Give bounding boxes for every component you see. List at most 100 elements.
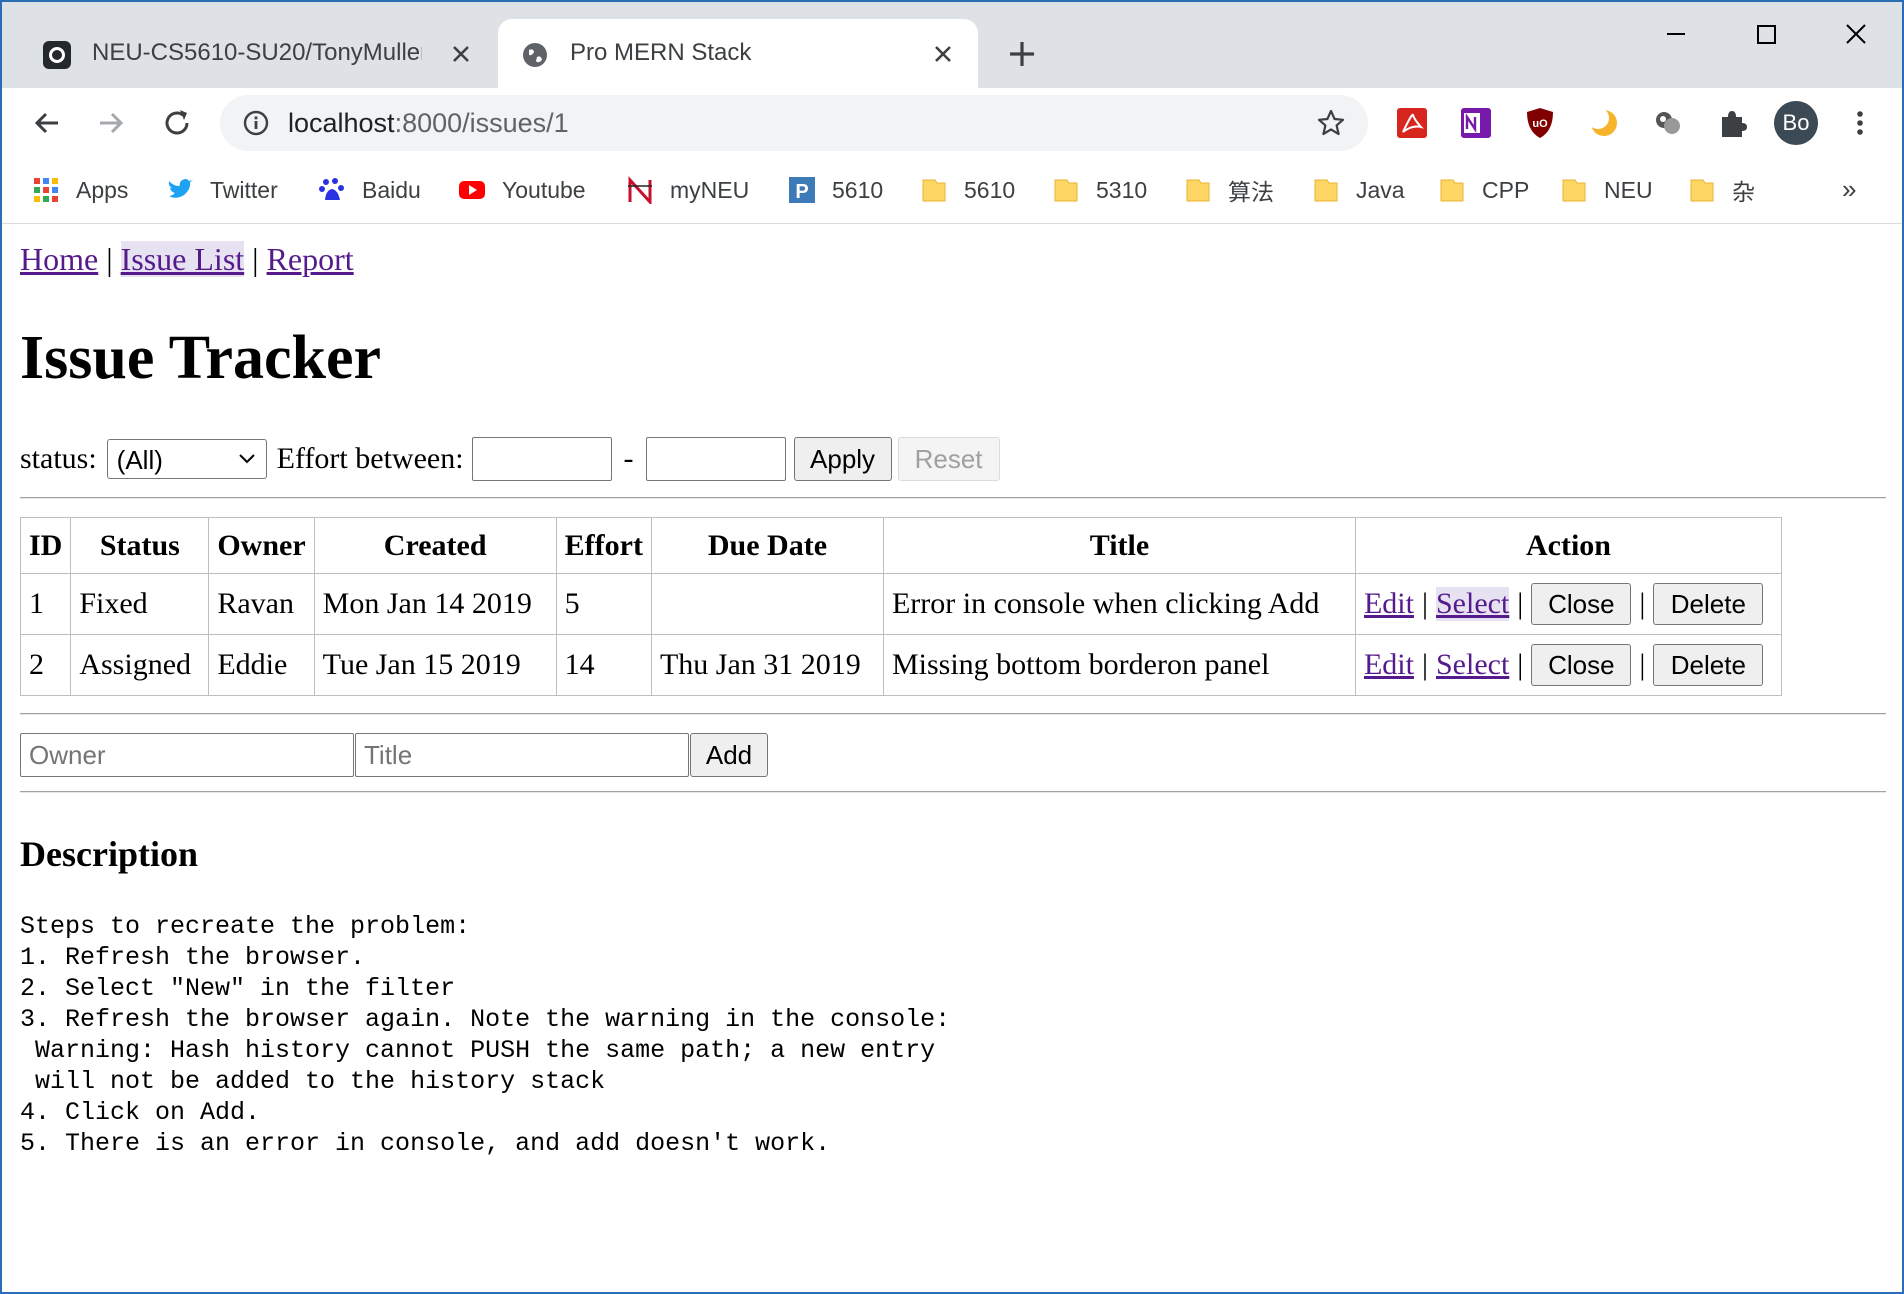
title-input[interactable]: Title xyxy=(355,733,689,777)
effort-range-dash: - xyxy=(623,442,634,475)
address-bar[interactable]: localhost:8000/issues/1 xyxy=(220,95,1368,151)
bookmark-5610-p[interactable]: P 5610 xyxy=(788,170,883,210)
close-icon[interactable] xyxy=(930,41,956,67)
nav-links: Home | Issue List | Report xyxy=(20,241,354,278)
bookmarks-overflow-button[interactable]: » xyxy=(1842,174,1856,205)
bookmark-folder-algorithms[interactable]: 算法 xyxy=(1184,170,1274,210)
globe-icon xyxy=(523,43,547,67)
edit-link[interactable]: Edit xyxy=(1364,648,1414,682)
cell-created: Mon Jan 14 2019 xyxy=(313,573,557,635)
table-row: 1 Fixed Ravan Mon Jan 14 2019 5 Error in… xyxy=(19,573,1782,635)
delete-button[interactable]: Delete xyxy=(1653,644,1764,686)
apps-grid-icon xyxy=(34,178,58,202)
tab-pro-mern-stack[interactable]: Pro MERN Stack xyxy=(498,19,978,88)
description-heading: Description xyxy=(20,834,198,874)
bookmark-apps[interactable]: Apps xyxy=(32,170,128,210)
reload-icon[interactable] xyxy=(158,104,196,142)
owner-input[interactable]: Owner xyxy=(20,733,354,777)
delete-button[interactable]: Delete xyxy=(1653,583,1764,625)
close-icon[interactable] xyxy=(448,41,474,67)
select-link[interactable]: Select xyxy=(1435,587,1510,621)
cell-due-date: Thu Jan 31 2019 xyxy=(650,634,884,696)
tab-strip: NEU-CS5610-SU20/TonyMullen-E Pro MERN St… xyxy=(2,2,1902,88)
tab-github[interactable]: NEU-CS5610-SU20/TonyMullen-E xyxy=(20,19,496,88)
chevron-down-icon xyxy=(238,454,255,464)
nav-report-link[interactable]: Report xyxy=(267,241,354,277)
github-icon xyxy=(43,41,71,69)
action-separator: | xyxy=(1421,587,1428,620)
youtube-icon xyxy=(459,181,485,199)
bookmark-twitter[interactable]: Twitter xyxy=(166,170,278,210)
twitter-icon xyxy=(168,179,193,198)
browser-window: NEU-CS5610-SU20/TonyMullen-E Pro MERN St… xyxy=(0,0,1904,1294)
nav-home-link[interactable]: Home xyxy=(20,241,98,277)
page-title: Issue Tracker xyxy=(20,324,382,392)
effort-max-input[interactable] xyxy=(645,437,786,481)
url-text: localhost:8000/issues/1 xyxy=(288,108,569,139)
maximize-icon[interactable] xyxy=(1748,16,1784,52)
bookmark-label: NEU xyxy=(1604,176,1653,203)
myneu-icon xyxy=(628,176,652,204)
cell-owner: Eddie xyxy=(208,634,315,696)
puzzle-icon[interactable] xyxy=(1714,105,1750,141)
table-row: 2 Assigned Eddie Tue Jan 15 2019 14 Thu … xyxy=(19,634,1782,696)
profile-avatar[interactable]: Bo xyxy=(1774,101,1818,145)
svg-text:uO: uO xyxy=(1532,118,1548,130)
new-tab-plus-icon[interactable] xyxy=(1002,34,1042,74)
bookmark-baidu[interactable]: Baidu xyxy=(318,170,421,210)
bookmark-star-icon[interactable] xyxy=(1316,108,1346,138)
bookmark-youtube[interactable]: Youtube xyxy=(458,170,586,210)
nav-issue-list-link[interactable]: Issue List xyxy=(120,241,245,277)
edit-link[interactable]: Edit xyxy=(1364,587,1414,621)
onenote-icon[interactable] xyxy=(1458,105,1494,141)
forward-arrow-icon[interactable] xyxy=(92,104,130,142)
bookmark-label: Youtube xyxy=(502,176,586,203)
bookmark-myneu[interactable]: myNEU xyxy=(626,170,749,210)
bookmark-label: Twitter xyxy=(210,176,278,203)
cell-status: Fixed xyxy=(70,573,210,635)
folder-icon xyxy=(1562,179,1586,202)
description-text: Steps to recreate the problem: 1. Refres… xyxy=(20,912,951,1158)
divider xyxy=(20,497,1886,499)
svg-text:P: P xyxy=(795,181,808,203)
header-due-date: Due Date xyxy=(650,517,884,574)
action-separator: | xyxy=(1639,648,1646,681)
status-select[interactable]: (All) xyxy=(106,439,267,479)
bookmark-folder-java[interactable]: Java xyxy=(1312,170,1405,210)
url-path: :8000/issues/1 xyxy=(394,108,569,138)
moon-icon[interactable] xyxy=(1586,105,1622,141)
bookmark-folder-cpp[interactable]: CPP xyxy=(1438,170,1529,210)
bookmark-label: Apps xyxy=(76,176,129,203)
folder-icon xyxy=(1690,179,1714,202)
minimize-icon[interactable] xyxy=(1658,16,1694,52)
effort-label: Effort between: xyxy=(276,442,464,475)
bookmark-label: 杂 xyxy=(1732,179,1755,205)
circles-icon[interactable] xyxy=(1650,105,1686,141)
bookmark-folder-5310[interactable]: 5310 xyxy=(1052,170,1147,210)
reset-button[interactable]: Reset xyxy=(897,437,1000,481)
cell-id: 2 xyxy=(19,634,72,696)
bookmark-folder-misc[interactable]: 杂 xyxy=(1688,170,1755,210)
info-icon[interactable] xyxy=(242,109,270,137)
close-button[interactable]: Close xyxy=(1531,644,1632,686)
back-arrow-icon[interactable] xyxy=(28,104,66,142)
window-close-icon[interactable] xyxy=(1838,16,1874,52)
folder-icon xyxy=(1440,179,1464,202)
bookmark-folder-neu[interactable]: NEU xyxy=(1560,170,1653,210)
effort-min-input[interactable] xyxy=(471,437,612,481)
menu-kebab-icon[interactable] xyxy=(1842,105,1878,141)
status-label: status: xyxy=(20,442,97,475)
bookmark-folder-5610[interactable]: 5610 xyxy=(920,170,1015,210)
select-link[interactable]: Select xyxy=(1436,648,1509,682)
close-button[interactable]: Close xyxy=(1531,583,1632,625)
url-host: localhost xyxy=(288,108,395,138)
apply-button[interactable]: Apply xyxy=(793,437,892,481)
issue-filter: status: (All) Effort between: - Apply Re… xyxy=(20,437,1000,481)
ublock-icon[interactable]: uO xyxy=(1522,105,1558,141)
cell-id: 1 xyxy=(19,573,72,635)
row-actions: Edit | Select | Close | Delete xyxy=(1364,644,1773,686)
tab-title: Pro MERN Stack xyxy=(570,39,752,66)
action-separator: | xyxy=(1639,587,1646,620)
acrobat-icon[interactable] xyxy=(1394,105,1430,141)
add-button[interactable]: Add xyxy=(690,733,768,777)
